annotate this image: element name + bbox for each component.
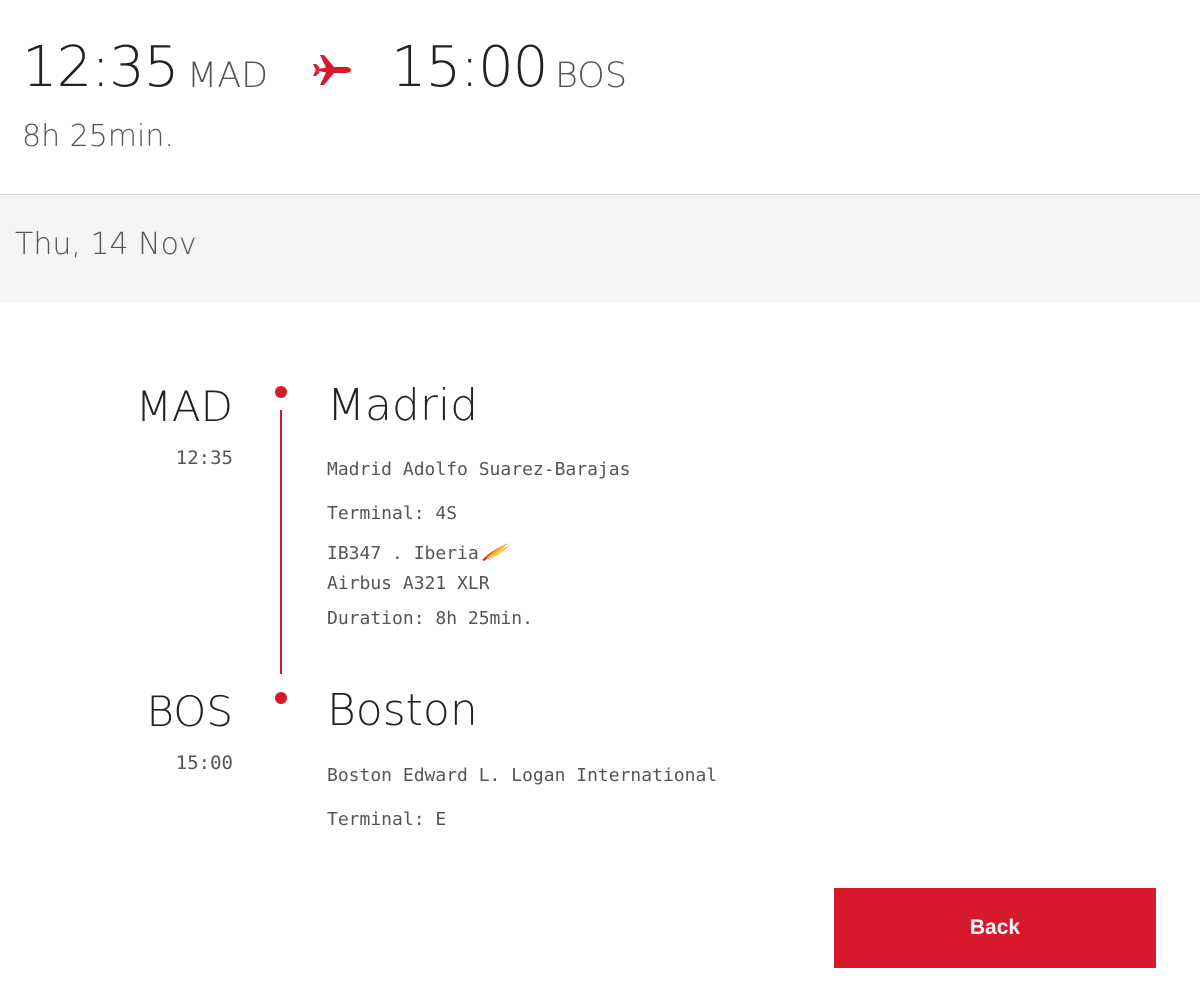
destination-code: BOS (146, 687, 233, 736)
timeline-line (280, 410, 282, 674)
arrival-time: 15:00 (391, 35, 548, 100)
destination-airport: Boston Edward L. Logan International (327, 765, 718, 786)
flight-number-airline: IB347 . Iberia (327, 540, 510, 563)
flight-info: IB347 . Iberia (327, 543, 479, 564)
destination-city: Boston (327, 685, 478, 736)
origin-time: 12:35 (175, 447, 233, 469)
arrival-code: BOS (555, 56, 628, 96)
destination-time: 15:00 (175, 752, 233, 774)
origin-terminal: Terminal: 4S (327, 503, 458, 524)
flight-date: Thu, 14 Nov (15, 227, 197, 262)
origin-code: MAD (135, 382, 233, 431)
plane-icon (313, 55, 351, 85)
departure-code: MAD (187, 56, 269, 96)
back-button[interactable]: Back (834, 888, 1156, 968)
segment-duration: Duration: 8h 25min. (327, 608, 533, 629)
total-duration: 8h 25min. (22, 119, 174, 154)
destination-terminal: Terminal: E (327, 809, 447, 830)
flight-summary: 12:35 MAD 15:00 BOS 8h 25min. (0, 0, 1200, 195)
destination-dot (275, 692, 287, 704)
iberia-logo-icon (481, 543, 509, 561)
origin-airport: Madrid Adolfo Suarez-Barajas (327, 459, 631, 480)
date-bar: Thu, 14 Nov (0, 196, 1200, 302)
aircraft-type: Airbus A321 XLR (327, 573, 490, 594)
origin-dot (275, 386, 287, 398)
departure-time: 12:35 (22, 35, 179, 100)
origin-city: Madrid (327, 380, 479, 431)
